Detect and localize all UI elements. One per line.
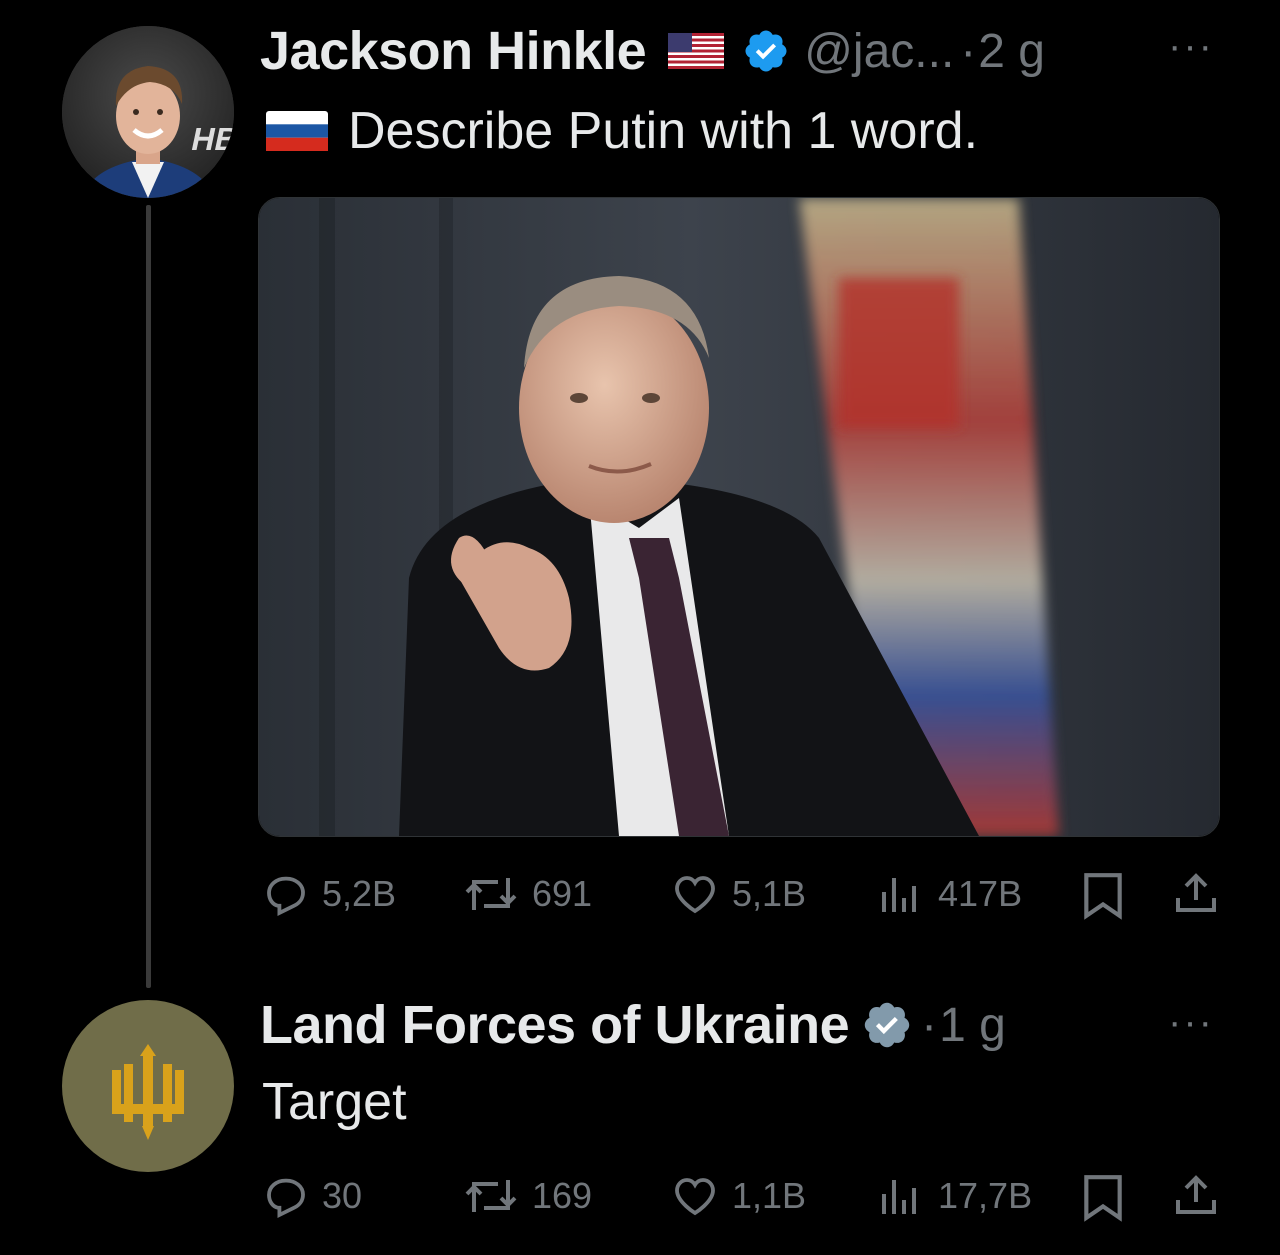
views-chart-icon [882, 1180, 916, 1214]
reply-like-button[interactable]: 1,1B [670, 1172, 806, 1220]
share-icon [1176, 1175, 1216, 1214]
post-time[interactable]: 2 g [978, 24, 1045, 79]
reply-views-count: 17,7B [938, 1175, 1033, 1216]
views-button[interactable]: 417B [876, 870, 1022, 918]
heart-icon [675, 1178, 715, 1216]
like-button[interactable]: 5,1B [670, 870, 806, 918]
reply-more-options-button[interactable]: ··· [1168, 1000, 1214, 1045]
repost-icon [465, 1180, 517, 1212]
views-chart-icon [882, 878, 916, 912]
reply-repost-button[interactable]: 169 [462, 1172, 592, 1220]
views-count: 417B [938, 873, 1023, 914]
reply-count: 5,2B [322, 873, 397, 914]
separator-dot: · [921, 998, 938, 1052]
reply-icon [267, 1178, 305, 1219]
reply-views-button[interactable]: 17,7B [876, 1172, 1032, 1220]
reply-author-avatar[interactable] [62, 1000, 234, 1172]
tweet-image[interactable] [258, 197, 1220, 837]
author-name[interactable]: Jackson Hinkle [260, 20, 647, 82]
trident-icon [112, 1044, 184, 1140]
bookmark-icon [1084, 873, 1122, 920]
reply-reply-button[interactable]: 30 [262, 1172, 362, 1220]
reply-share-button[interactable] [1172, 1172, 1220, 1220]
reply-author-name[interactable]: Land Forces of Ukraine [260, 994, 850, 1056]
reply-like-count: 1,1B [732, 1175, 807, 1216]
share-icon [1176, 873, 1216, 912]
verified-badge-icon [745, 30, 787, 72]
portrait-photo [259, 198, 1219, 836]
us-flag-icon [668, 33, 725, 69]
reply-time[interactable]: 1 g [939, 998, 1006, 1053]
repost-count: 691 [532, 873, 593, 914]
russia-flag-icon [266, 111, 328, 151]
more-options-button[interactable]: ··· [1168, 24, 1214, 69]
like-count: 5,1B [732, 873, 807, 914]
share-button[interactable] [1172, 870, 1220, 918]
reply-bookmark-button[interactable] [1080, 1172, 1126, 1222]
repost-icon [465, 878, 517, 910]
separator-dot: · [960, 24, 977, 78]
reply-text: Target [262, 1073, 407, 1131]
reply-header: Land Forces of Ukraine · 1 g [260, 992, 1006, 1058]
tweet-text: Describe Putin with 1 word. [348, 102, 979, 160]
bookmark-icon [1084, 1175, 1122, 1222]
reply-icon [267, 876, 305, 917]
tweet-text-row: Describe Putin with 1 word. [266, 100, 978, 162]
avatar-logo-text: HB [188, 121, 234, 157]
reply-repost-count: 169 [532, 1175, 593, 1216]
reply-reply-count: 30 [322, 1175, 363, 1216]
thread-connector-line [146, 205, 151, 988]
tweet-header: Jackson Hinkle @jac... · 2 g [260, 18, 1045, 84]
verified-gray-badge-icon [864, 1002, 910, 1048]
bookmark-button[interactable] [1080, 870, 1126, 920]
avatar-photo [62, 26, 234, 198]
author-handle[interactable]: @jac... [804, 24, 954, 79]
heart-icon [675, 876, 715, 914]
author-avatar[interactable]: HB [62, 26, 234, 198]
repost-button[interactable]: 691 [462, 870, 592, 918]
reply-button[interactable]: 5,2B [262, 870, 396, 918]
